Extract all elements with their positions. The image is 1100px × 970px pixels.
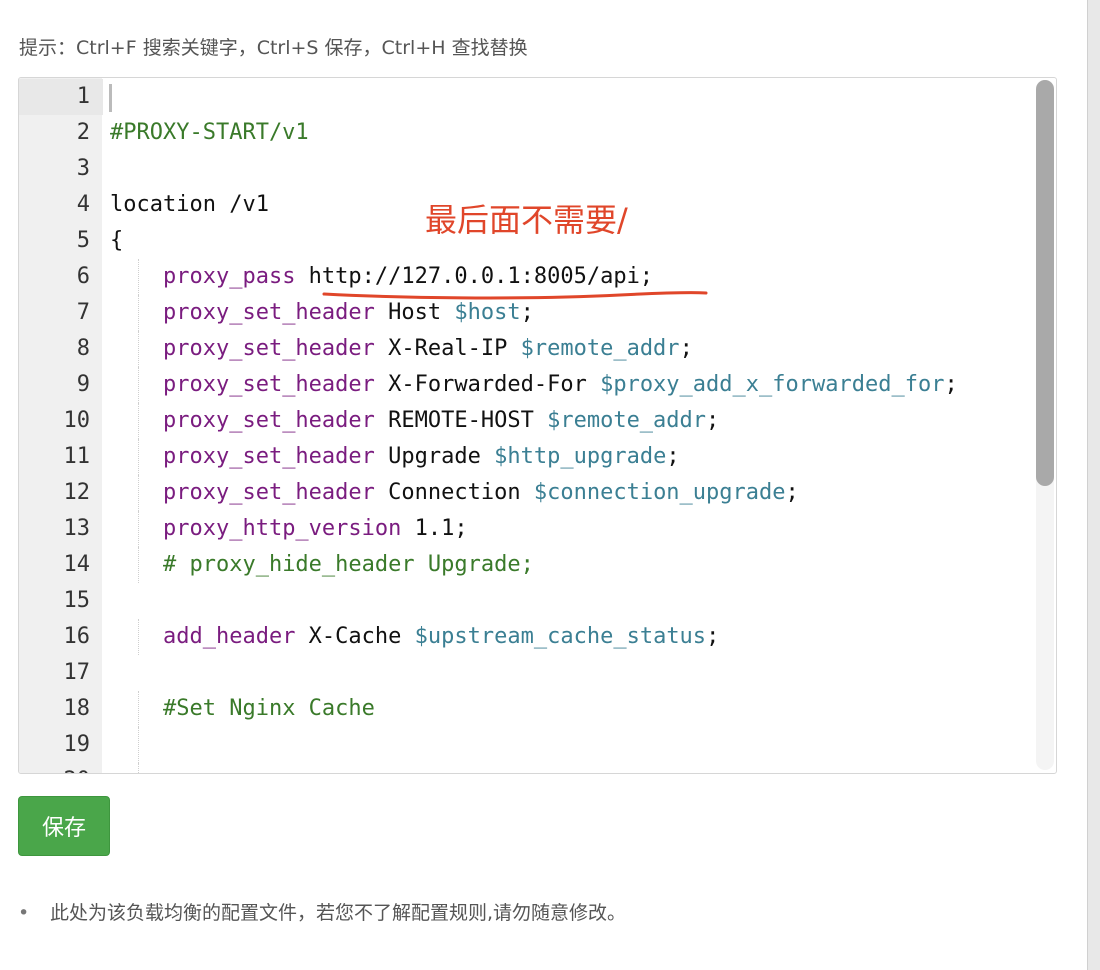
code-text[interactable]: proxy_set_header Upgrade $http_upgrade; <box>110 439 680 475</box>
code-text[interactable]: { <box>110 223 123 259</box>
code-text[interactable]: #Set Nginx Cache <box>110 691 375 727</box>
code-token-plain: Host <box>374 300 455 325</box>
line-number: 14 <box>63 552 91 577</box>
text-cursor <box>109 84 112 112</box>
line-number: 1 <box>76 84 90 109</box>
code-text[interactable]: proxy_http_version 1.1; <box>110 511 468 547</box>
code-text[interactable]: proxy_set_header X-Forwarded-For $proxy_… <box>110 367 958 403</box>
code-token-var: $host <box>454 300 521 325</box>
code-token-plain: REMOTE-HOST <box>374 408 548 433</box>
line-number: 18 <box>63 696 91 721</box>
code-token-plain: ; <box>520 300 534 325</box>
code-text[interactable]: # proxy_hide_header Upgrade; <box>110 547 534 583</box>
code-text[interactable]: proxy_set_header X-Real-IP $remote_addr; <box>110 331 693 367</box>
code-token-directive: add_header <box>162 624 296 649</box>
code-token-directive: proxy_set_header <box>162 408 375 433</box>
code-token-plain: ; <box>706 624 720 649</box>
code-text[interactable] <box>110 727 163 763</box>
code-token-directive: proxy_set_header <box>162 444 375 469</box>
line-number: 15 <box>63 588 91 613</box>
code-token-directive: proxy_set_header <box>162 372 375 397</box>
code-token-plain: ; <box>706 408 720 433</box>
line-number: 13 <box>63 516 91 541</box>
code-token-var: $http_upgrade <box>494 444 667 469</box>
page-edge <box>1087 0 1100 970</box>
note-text: 此处为该负载均衡的配置文件，若您不了解配置规则,请勿随意修改。 <box>50 902 627 924</box>
code-token-plain: Connection <box>374 480 534 505</box>
code-text[interactable]: add_header X-Cache $upstream_cache_statu… <box>110 619 719 655</box>
code-token-plain: Upgrade <box>374 444 495 469</box>
code-token-var: $connection_upgrade <box>533 480 786 505</box>
line-number: 2 <box>76 120 90 145</box>
code-token-plain: ; <box>666 444 680 469</box>
code-editor[interactable]: 1 2 #PROXY-START/v1 3 4 location /v1 5{6 proxy… <box>18 77 1057 774</box>
line-number: 19 <box>63 732 91 757</box>
code-token-plain: X-Forwarded-For <box>374 372 601 397</box>
annotation-underline <box>322 291 708 300</box>
code-token-plain: location /v1 <box>110 192 269 217</box>
code-token-plain: ; <box>679 336 693 361</box>
code-token-var: $upstream_cache_status <box>414 624 707 649</box>
code-token-var: $proxy_add_x_forwarded_for <box>600 372 945 397</box>
code-token-comment: #PROXY-START/v1 <box>110 120 309 145</box>
line-number: 8 <box>76 336 90 361</box>
line-number: 3 <box>76 156 90 181</box>
line-number: 6 <box>76 264 90 289</box>
code-text[interactable] <box>110 763 163 773</box>
line-number: 7 <box>76 300 90 325</box>
code-text[interactable]: proxy_set_header REMOTE-HOST $remote_add… <box>110 403 719 439</box>
code-token-directive: proxy_set_header <box>162 300 375 325</box>
code-token-var: $remote_addr <box>520 336 680 361</box>
code-token-var: $remote_addr <box>547 408 707 433</box>
line-number: 4 <box>76 192 90 217</box>
config-warning-note: • 此处为该负载均衡的配置文件，若您不了解配置规则,请勿随意修改。 <box>18 898 626 925</box>
line-number: 9 <box>76 372 90 397</box>
line-number: 17 <box>63 660 91 685</box>
code-token-directive: proxy_set_header <box>162 480 375 505</box>
line-number: 16 <box>63 624 91 649</box>
code-token-comment: # proxy_hide_header Upgrade; <box>162 552 534 577</box>
editor-hint: 提示：Ctrl+F 搜索关键字，Ctrl+S 保存，Ctrl+H 查找替换 <box>19 37 528 59</box>
code-token-comment: #Set Nginx Cache <box>162 696 375 721</box>
line-number: 10 <box>63 408 91 433</box>
code-text[interactable]: #PROXY-START/v1 <box>110 115 309 151</box>
code-token-directive: proxy_pass <box>162 264 296 289</box>
code-token-plain: X-Real-IP <box>374 336 521 361</box>
code-text[interactable]: proxy_set_header Connection $connection_… <box>110 475 799 511</box>
active-line-highlight <box>19 79 1056 115</box>
line-number: 20 <box>19 763 91 773</box>
save-button[interactable]: 保存 <box>18 796 110 856</box>
code-token-plain: X-Cache <box>295 624 415 649</box>
bullet-icon: • <box>18 902 30 924</box>
code-text[interactable]: location /v1 <box>110 187 269 223</box>
scrollbar-thumb[interactable] <box>1036 80 1054 486</box>
code-token-directive: proxy_http_version <box>162 516 402 541</box>
code-token-directive: proxy_set_header <box>162 336 375 361</box>
code-token-plain: ; <box>944 372 958 397</box>
code-token-plain: 1.1; <box>401 516 468 541</box>
code-token-plain: { <box>110 228 124 253</box>
line-number: 11 <box>63 444 91 469</box>
line-number: 12 <box>63 480 91 505</box>
annotation-note: 最后面不需要/ <box>425 201 628 239</box>
code-token-plain: ; <box>785 480 799 505</box>
line-number: 5 <box>76 228 90 253</box>
